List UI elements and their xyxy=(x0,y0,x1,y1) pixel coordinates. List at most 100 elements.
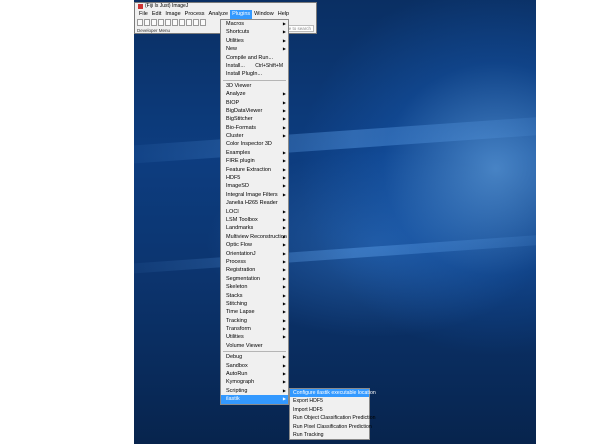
menu-item-lsm-toolbox[interactable]: LSM Toolbox ▶ xyxy=(221,216,288,224)
menu-item-kymograph[interactable]: Kymograph ▶ xyxy=(221,378,288,386)
menu-item-install[interactable]: Install... Ctrl+Shift+M xyxy=(221,62,288,70)
menu-item-label: Run Object Classification Prediction xyxy=(293,415,376,422)
menu-item-shortcuts[interactable]: Shortcuts ▶ xyxy=(221,28,288,36)
menu-item-label: Macros xyxy=(226,21,245,27)
menu-item-segmentation[interactable]: Segmentation ▶ xyxy=(221,275,288,283)
zoom-tool-icon[interactable] xyxy=(200,19,206,26)
menu-item-feature-extraction[interactable]: Feature Extraction ▶ xyxy=(221,166,288,174)
menu-item-bigstitcher[interactable]: BigStitcher ▶ xyxy=(221,115,288,123)
menu-item-label: Run Pixel Classification Prediction xyxy=(293,423,372,430)
menu-item-label: Compile and Run... xyxy=(226,54,274,61)
menu-item-optic-flow[interactable]: Optic Flow ▶ xyxy=(221,241,288,249)
menu-item-landmarks[interactable]: Landmarks ▶ xyxy=(221,224,288,232)
menu-item-color-inspector-3d[interactable]: Color Inspector 3D xyxy=(221,140,288,148)
menu-item-label: Time Lapse xyxy=(226,309,255,316)
menu-item-cluster[interactable]: Cluster ▶ xyxy=(221,132,288,140)
menu-item-bio-formats[interactable]: Bio-Formats ▶ xyxy=(221,124,288,132)
submenu-arrow-icon: ▶ xyxy=(282,267,286,273)
submenu-arrow-icon: ▶ xyxy=(282,116,286,122)
menu-help[interactable]: Help xyxy=(276,10,291,19)
menu-item-macros[interactable]: Macros ▶ xyxy=(221,20,288,28)
menu-item-imagesd[interactable]: ImageSD ▶ xyxy=(221,182,288,190)
menu-image[interactable]: Image xyxy=(163,10,182,19)
menu-item-ilastik[interactable]: ilastik ▶ xyxy=(221,395,288,404)
menu-item-registration[interactable]: Registration ▶ xyxy=(221,266,288,274)
submenu-arrow-icon: ▶ xyxy=(282,37,286,43)
submenu-arrow-icon: ▶ xyxy=(282,258,286,264)
menu-item-time-lapse[interactable]: Time Lapse ▶ xyxy=(221,308,288,316)
menu-bar: File Edit Image Process Analyze Plugins Window… xyxy=(135,10,316,19)
fiji-app-icon xyxy=(138,4,143,9)
menu-item-3d-viewer[interactable]: 3D Viewer xyxy=(221,82,288,90)
ilastik-item-run-object-classification-prediction[interactable]: Run Object Classification Prediction xyxy=(290,414,375,422)
menu-item-label: Transform xyxy=(226,326,251,333)
ilastik-item-run-tracking[interactable]: Run Tracking xyxy=(290,431,369,439)
menu-analyze[interactable]: Analyze xyxy=(207,10,231,19)
menu-window[interactable]: Window xyxy=(252,10,276,19)
submenu-arrow-icon: ▶ xyxy=(282,107,286,113)
menu-edit[interactable]: Edit xyxy=(150,10,163,19)
submenu-arrow-icon: ▶ xyxy=(282,183,286,189)
menu-item-process[interactable]: Process ▶ xyxy=(221,258,288,266)
menu-separator xyxy=(223,351,286,353)
menu-item-autorun[interactable]: AutoRun ▶ xyxy=(221,370,288,378)
menu-item-new[interactable]: New ▶ xyxy=(221,45,288,53)
submenu-arrow-icon: ▶ xyxy=(282,29,286,35)
menu-item-integral-image-filters[interactable]: Integral Image Filters ▶ xyxy=(221,191,288,199)
menu-item-scripting[interactable]: Scripting ▶ xyxy=(221,387,288,395)
text-tool-icon[interactable] xyxy=(193,19,199,26)
menu-item-tracking[interactable]: Tracking ▶ xyxy=(221,317,288,325)
menu-item-compile-and-run[interactable]: Compile and Run... xyxy=(221,54,288,62)
menu-item-examples[interactable]: Examples ▶ xyxy=(221,149,288,157)
menu-item-debug[interactable]: Debug ▶ xyxy=(221,353,288,361)
angle-tool-icon[interactable] xyxy=(172,19,178,26)
menu-item-orientationj[interactable]: OrientationJ ▶ xyxy=(221,250,288,258)
menu-item-loci[interactable]: LOCI ▶ xyxy=(221,208,288,216)
submenu-arrow-icon: ▶ xyxy=(282,250,286,256)
submenu-arrow-icon: ▶ xyxy=(282,166,286,172)
menu-item-skeleton[interactable]: Skeleton ▶ xyxy=(221,283,288,291)
menu-item-volume-viewer[interactable]: Volume Viewer xyxy=(221,342,288,350)
menu-item-janelia-h265-reader[interactable]: Janelia H265 Reader xyxy=(221,199,288,207)
menu-item-fire-plugin[interactable]: FIRE plugin ▶ xyxy=(221,157,288,165)
menu-item-multiview-reconstruction[interactable]: Multiview Reconstruction ▶ xyxy=(221,233,288,241)
window-title-bar[interactable]: (Fiji Is Just) ImageJ xyxy=(135,3,316,10)
ilastik-item-configure-ilastik-executable-location[interactable]: Configure ilastik executable location xyxy=(290,389,376,398)
menu-item-biop[interactable]: BIOP ▶ xyxy=(221,99,288,107)
line-tool-icon[interactable] xyxy=(165,19,171,26)
wand-tool-icon[interactable] xyxy=(186,19,192,26)
menu-item-utilities[interactable]: Utilities ▶ xyxy=(221,333,288,341)
menu-item-transform[interactable]: Transform ▶ xyxy=(221,325,288,333)
menu-item-hdf5[interactable]: HDF5 ▶ xyxy=(221,174,288,182)
menu-item-label: ImageSD xyxy=(226,183,249,190)
menu-item-sandbox[interactable]: Sandbox ▶ xyxy=(221,362,288,370)
menu-item-label: Run Tracking xyxy=(293,431,324,438)
menu-item-utilities[interactable]: Utilities ▶ xyxy=(221,37,288,45)
menu-item-label: Configure ilastik executable location xyxy=(293,390,376,396)
polygon-tool-icon[interactable] xyxy=(151,19,157,26)
ilastik-item-import-hdf5[interactable]: Import HDF5 xyxy=(290,406,369,414)
menu-item-install-plugin[interactable]: Install PlugIn... xyxy=(221,70,288,78)
menu-item-label: Color Inspector 3D xyxy=(226,141,272,148)
menu-item-bigdataviewer[interactable]: BigDataViewer ▶ xyxy=(221,107,288,115)
menu-item-stacks[interactable]: Stacks ▶ xyxy=(221,292,288,300)
submenu-arrow-icon: ▶ xyxy=(282,326,286,332)
menu-item-analyze[interactable]: Analyze ▶ xyxy=(221,90,288,98)
ilastik-item-run-pixel-classification-prediction[interactable]: Run Pixel Classification Prediction xyxy=(290,423,372,431)
menu-process[interactable]: Process xyxy=(183,10,207,19)
menu-item-label: Feature Extraction xyxy=(226,166,271,173)
point-tool-icon[interactable] xyxy=(179,19,185,26)
menu-item-label: Utilities xyxy=(226,334,244,341)
submenu-arrow-icon: ▶ xyxy=(282,334,286,340)
rectangle-tool-icon[interactable] xyxy=(137,19,143,26)
menu-plugins[interactable]: Plugins xyxy=(230,10,253,19)
menu-item-label: Install... xyxy=(226,62,245,69)
submenu-arrow-icon: ▶ xyxy=(282,362,286,368)
submenu-arrow-icon: ▶ xyxy=(282,91,286,97)
freehand-tool-icon[interactable] xyxy=(158,19,164,26)
ilastik-item-export-hdf5[interactable]: Export HDF5 xyxy=(290,397,369,405)
menu-item-stitching[interactable]: Stitching ▶ xyxy=(221,300,288,308)
submenu-arrow-icon: ▶ xyxy=(282,216,286,222)
oval-tool-icon[interactable] xyxy=(144,19,150,26)
menu-file[interactable]: File xyxy=(137,10,150,19)
